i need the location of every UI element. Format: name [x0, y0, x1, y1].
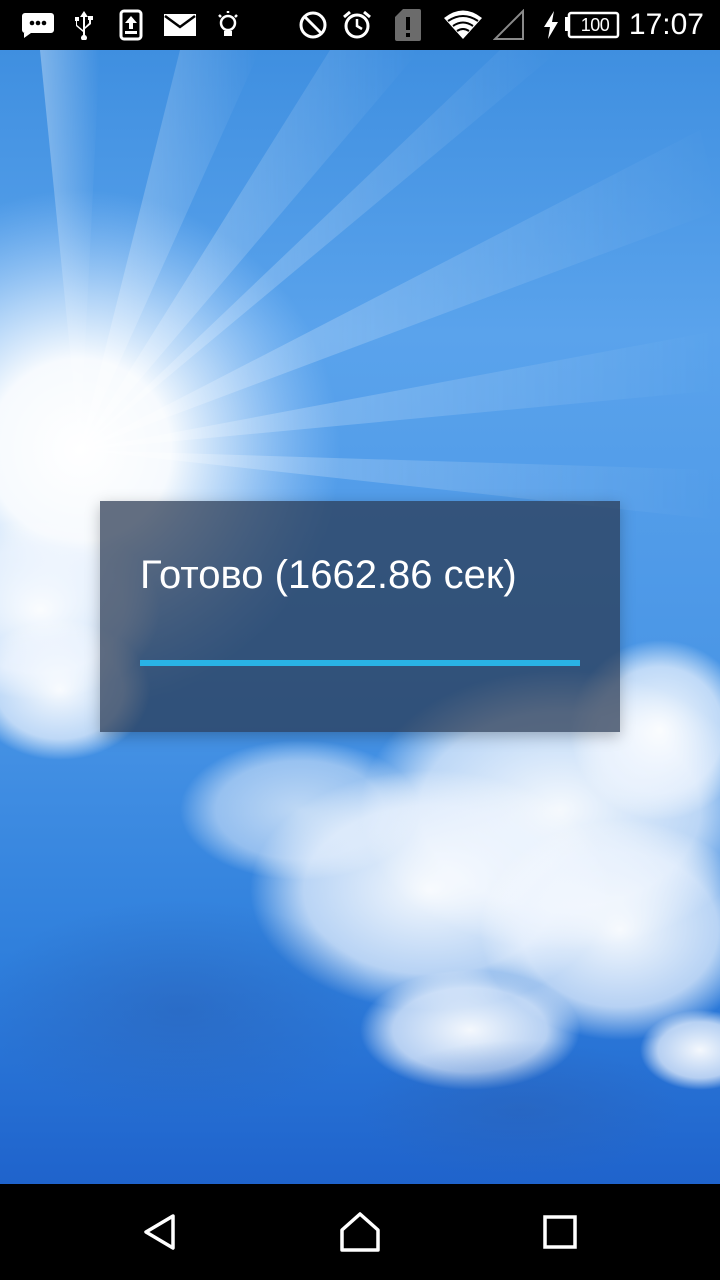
- battery-level: 100: [580, 14, 610, 35]
- do-not-disturb-icon: [296, 7, 330, 43]
- home-icon: [340, 1212, 380, 1252]
- usb-icon: [70, 7, 98, 43]
- clock: 17:07: [628, 8, 704, 41]
- progress-bar: [140, 660, 580, 666]
- mail-icon: [162, 7, 198, 43]
- back-icon: [144, 1214, 175, 1250]
- chat-bubble-icon: [18, 7, 56, 43]
- upload-icon: [116, 7, 146, 43]
- recents-icon: [543, 1215, 577, 1249]
- sim-alert-icon: [392, 7, 424, 43]
- wifi-icon: [442, 7, 484, 43]
- recents-button[interactable]: [530, 1202, 590, 1262]
- progress-dialog: Готово (1662.86 сек): [100, 501, 620, 732]
- signal-icon: [492, 7, 526, 43]
- battery-icon: 100: [564, 7, 620, 43]
- dialog-message: Готово (1662.86 сек): [140, 553, 517, 597]
- home-button[interactable]: [330, 1202, 390, 1262]
- navigation-bar: [0, 1184, 720, 1280]
- screen: 100 17:07 Готово (1662.86 сек): [0, 0, 720, 1280]
- back-button[interactable]: [130, 1202, 190, 1262]
- alarm-icon: [340, 7, 374, 43]
- charging-icon: [540, 7, 562, 43]
- status-bar: 100 17:07: [0, 0, 720, 50]
- progress-bar-fill: [140, 660, 580, 666]
- bulb-icon: [214, 7, 242, 43]
